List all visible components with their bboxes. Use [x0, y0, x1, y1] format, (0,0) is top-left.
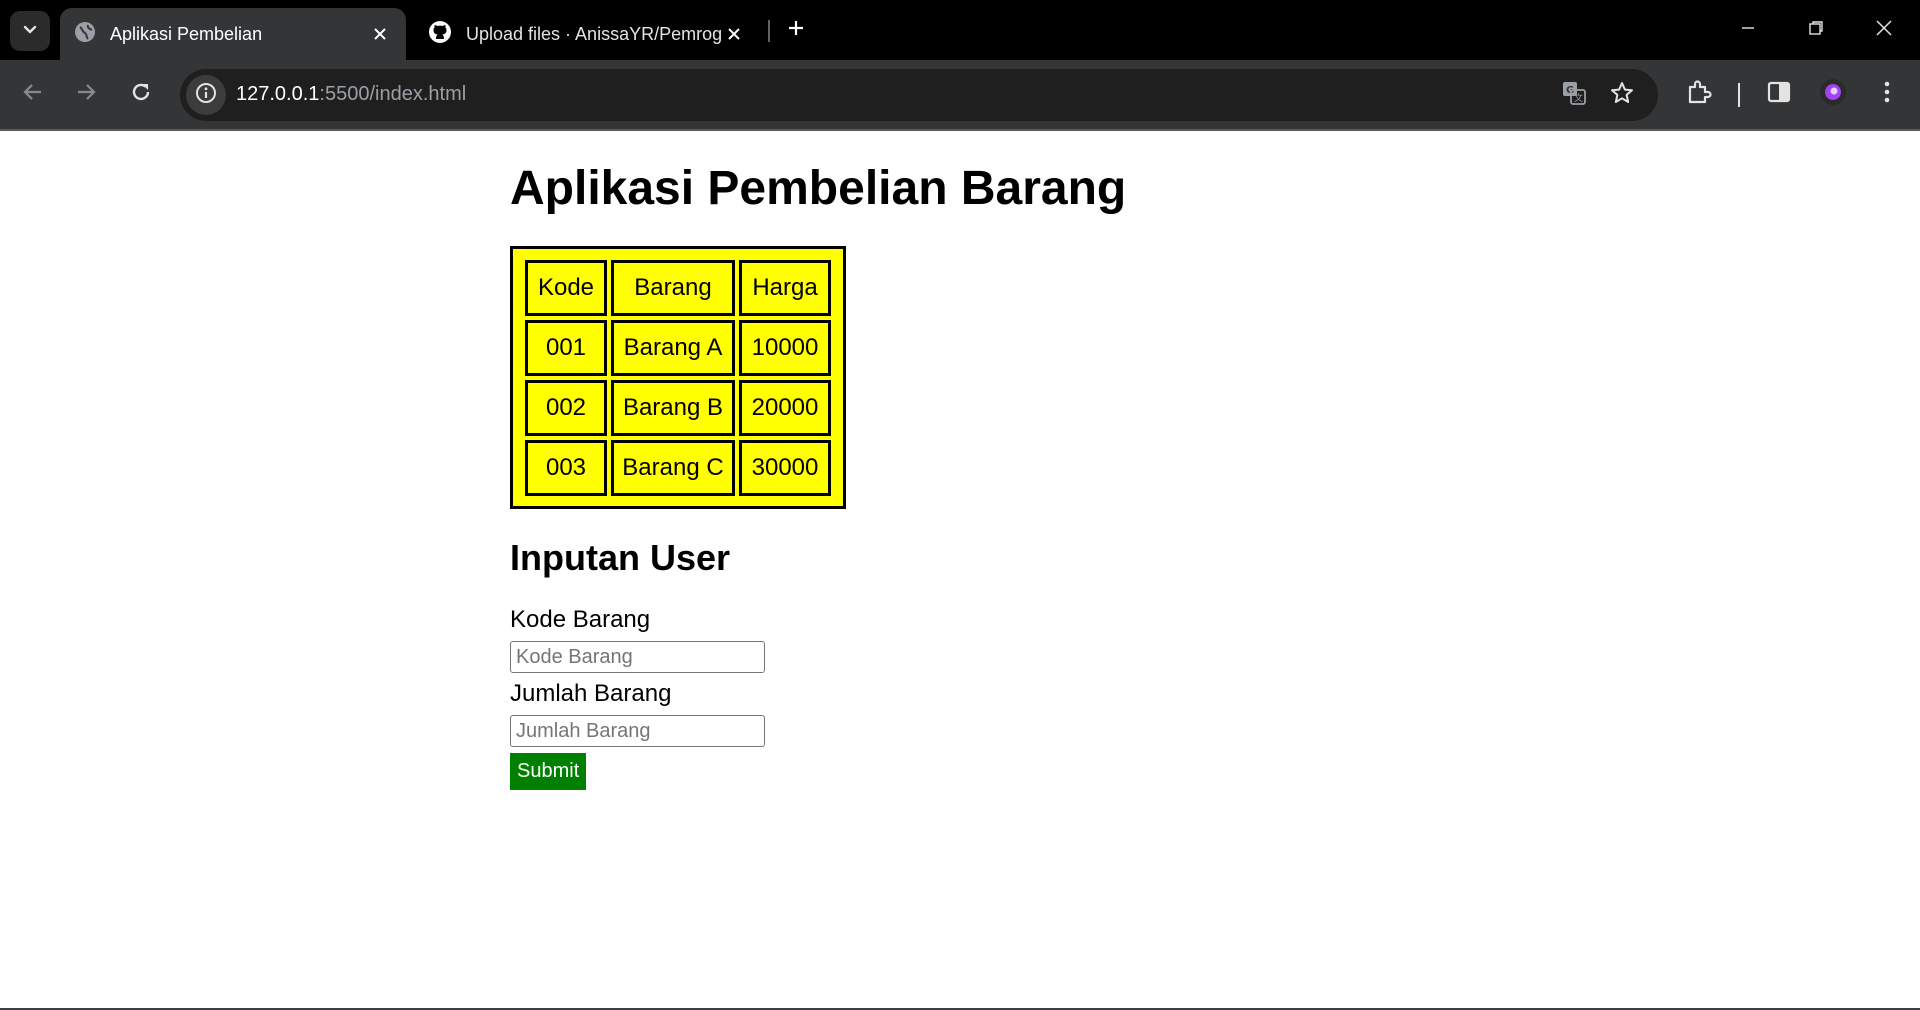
- jumlah-barang-label: Jumlah Barang: [510, 680, 672, 708]
- new-tab-button[interactable]: [780, 14, 812, 46]
- cell-barang: Barang A: [611, 320, 735, 377]
- purchase-form: Kode Barang Jumlah Barang Submit: [510, 605, 1126, 791]
- extensions-button[interactable]: [1681, 76, 1717, 112]
- close-window-button[interactable]: [1860, 10, 1908, 50]
- submit-button[interactable]: Submit: [510, 753, 587, 791]
- tab-strip: Aplikasi Pembelian Upload files · Anissa…: [0, 0, 1920, 60]
- tab-separator: [768, 20, 770, 42]
- tab-upload-files[interactable]: Upload files · AnissaYR/Pemrog: [414, 8, 760, 60]
- plus-icon: [787, 19, 805, 42]
- restore-button[interactable]: [1792, 10, 1840, 50]
- browser-toolbar: 127.0.0.1:5500/index.html G文: [0, 60, 1920, 131]
- column-header-barang: Barang: [611, 260, 735, 317]
- cell-kode: 003: [525, 440, 607, 497]
- site-info-button[interactable]: [186, 75, 226, 115]
- cell-barang: Barang B: [611, 380, 735, 437]
- table-row: 002 Barang B 20000: [525, 380, 831, 437]
- cell-harga: 30000: [739, 440, 831, 497]
- tab-title: Upload files · AnissaYR/Pemrog: [466, 23, 722, 44]
- github-icon: [428, 20, 452, 49]
- tab-aplikasi-pembelian[interactable]: Aplikasi Pembelian: [60, 8, 406, 60]
- toolbar-divider: [1738, 83, 1740, 107]
- jumlah-barang-input[interactable]: [510, 715, 765, 748]
- back-button[interactable]: [15, 76, 51, 112]
- kode-barang-label: Kode Barang: [510, 606, 651, 634]
- profile-button[interactable]: [1815, 76, 1851, 112]
- cell-kode: 001: [525, 320, 607, 377]
- menu-button[interactable]: [1869, 76, 1905, 112]
- arrow-left-icon: [22, 81, 44, 108]
- column-header-harga: Harga: [739, 260, 831, 317]
- page-title: Aplikasi Pembelian Barang: [510, 162, 1127, 215]
- globe-icon: [74, 21, 96, 48]
- url-path: :5500/index.html: [319, 83, 467, 105]
- table-row: 001 Barang A 10000: [525, 320, 831, 377]
- restore-icon: [1808, 20, 1824, 41]
- reload-button[interactable]: [123, 76, 159, 112]
- translate-icon: G文: [1561, 80, 1587, 111]
- reload-icon: [130, 81, 152, 108]
- page-viewport: Aplikasi Pembelian Barang Kode Barang Ha…: [0, 131, 1920, 1008]
- section-title: Inputan User: [510, 537, 731, 579]
- close-tab-icon[interactable]: [368, 22, 392, 46]
- table-header-row: Kode Barang Harga: [525, 260, 831, 317]
- minimize-icon: [1740, 20, 1756, 41]
- minimize-button[interactable]: [1724, 10, 1772, 50]
- side-panel-button[interactable]: [1761, 76, 1797, 112]
- cell-barang: Barang C: [611, 440, 735, 497]
- url-host: 127.0.0.1: [236, 83, 320, 105]
- more-vert-icon: [1877, 80, 1897, 109]
- bookmark-button[interactable]: [1608, 81, 1636, 109]
- table-row: 003 Barang C 30000: [525, 440, 831, 497]
- side-panel-icon: [1767, 80, 1791, 109]
- column-header-kode: Kode: [525, 260, 607, 317]
- svg-text:文: 文: [1574, 92, 1583, 104]
- puzzle-icon: [1686, 79, 1712, 110]
- page-content: Aplikasi Pembelian Barang Kode Barang Ha…: [510, 161, 1127, 791]
- translate-button[interactable]: G文: [1560, 81, 1588, 109]
- url-text: 127.0.0.1:5500/index.html: [236, 83, 466, 106]
- cell-harga: 20000: [739, 380, 831, 437]
- info-icon: [195, 82, 217, 109]
- tab-search-button[interactable]: [10, 11, 50, 51]
- forward-button[interactable]: [68, 76, 104, 112]
- close-icon: [1875, 19, 1893, 42]
- kode-barang-input[interactable]: [510, 641, 765, 674]
- star-icon: [1609, 80, 1635, 111]
- cell-harga: 10000: [739, 320, 831, 377]
- avatar: [1819, 78, 1847, 111]
- cell-kode: 002: [525, 380, 607, 437]
- address-bar[interactable]: 127.0.0.1:5500/index.html G文: [180, 69, 1658, 121]
- arrow-right-icon: [75, 81, 97, 108]
- chevron-down-icon: [21, 20, 39, 43]
- close-tab-icon[interactable]: [722, 22, 746, 46]
- items-table: Kode Barang Harga 001 Barang A 10000 002…: [510, 246, 846, 510]
- tab-title: Aplikasi Pembelian: [110, 23, 263, 44]
